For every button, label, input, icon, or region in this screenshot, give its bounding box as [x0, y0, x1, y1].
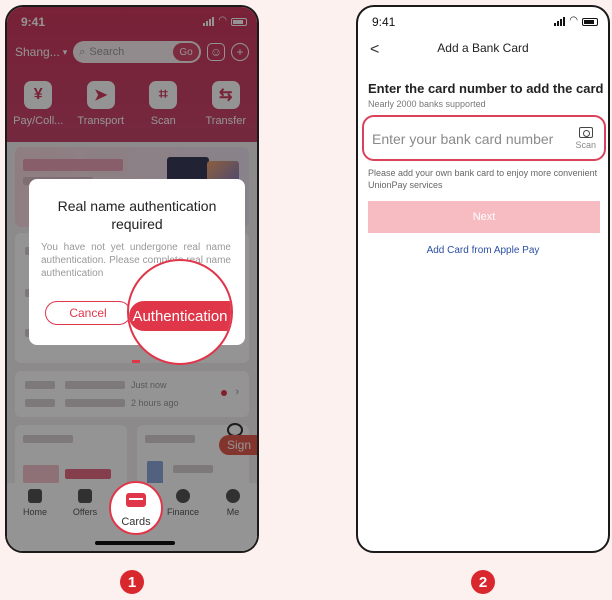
nav-bar: < Add a Bank Card [358, 41, 608, 63]
card-icon [126, 493, 146, 507]
carousel-indicator [132, 360, 140, 363]
next-button[interactable]: Next [368, 201, 600, 233]
card-subheading: Nearly 2000 banks supported [368, 99, 486, 109]
tab-cards[interactable]: Cards [109, 481, 163, 535]
dialog-title: Real name authentication required [57, 198, 217, 232]
scan-button[interactable]: Scan [575, 127, 596, 150]
card-number-field: Scan [362, 115, 606, 161]
cancel-button[interactable]: Cancel [45, 301, 131, 325]
signal-icon [554, 17, 566, 26]
scan-label: Scan [575, 140, 596, 150]
card-heading: Enter the card number to add the card [368, 81, 604, 96]
page-title: Add a Bank Card [437, 41, 529, 55]
status-time: 9:41 [372, 15, 396, 29]
status-bar: 9:41 ◠ [358, 7, 608, 33]
phone-screen-2: 9:41 ◠ < Add a Bank Card Enter the card … [356, 5, 610, 553]
card-number-input[interactable] [372, 129, 562, 149]
phone-screen-1: 9:41 ◠ Shang... ▾ ⌕ Search Go ☺ + ¥ Pay/… [5, 5, 259, 553]
status-icons: ◠ [554, 15, 598, 26]
auth-button-magnifier: Authentication [127, 259, 233, 365]
battery-icon [582, 18, 598, 26]
back-icon[interactable]: < [370, 41, 379, 59]
authentication-button[interactable]: Authentication [129, 301, 231, 331]
tab-label: Cards [121, 516, 151, 528]
wifi-icon: ◠ [569, 15, 578, 26]
step-badge-1: 1 [120, 570, 144, 594]
add-from-apple-pay-link[interactable]: Add Card from Apple Pay [358, 245, 608, 256]
step-badge-2: 2 [471, 570, 495, 594]
camera-icon [578, 127, 593, 138]
hint-text: Please add your own bank card to enjoy m… [368, 168, 598, 190]
